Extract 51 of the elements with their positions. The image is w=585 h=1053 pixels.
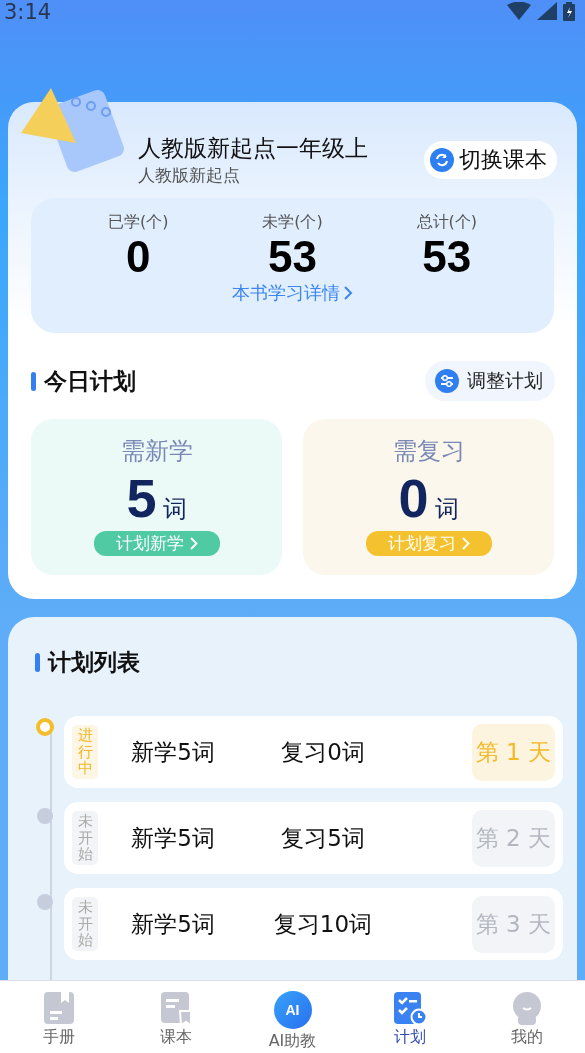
plan-unit: 词 bbox=[434, 494, 459, 525]
plan-row[interactable]: 未开始 新学5词 复习10词 第 3 天 bbox=[64, 888, 563, 960]
day-label: 第 3 天 bbox=[471, 895, 555, 953]
day-label: 第 2 天 bbox=[471, 809, 555, 867]
plan-card-label: 需新学 bbox=[120, 436, 193, 467]
battery-icon bbox=[563, 1, 575, 21]
book-icon bbox=[42, 991, 75, 1025]
chevron-right-icon bbox=[344, 286, 353, 300]
new-words-text: 新学5词 bbox=[130, 737, 216, 767]
chevron-right-icon bbox=[189, 537, 198, 550]
status-tag: 进行中 bbox=[72, 725, 98, 779]
new-words-text: 新学5词 bbox=[130, 823, 216, 853]
review-words-text: 复习5词 bbox=[280, 823, 366, 853]
stat-value: 53 bbox=[422, 233, 472, 281]
status-tag: 未开始 bbox=[72, 811, 98, 865]
review-words-text: 复习0词 bbox=[280, 737, 366, 767]
stat-label: 未学(个) bbox=[262, 212, 323, 233]
status-time: 3:14 bbox=[4, 0, 52, 24]
section-title: 今日计划 bbox=[31, 365, 136, 397]
stat-label: 总计(个) bbox=[416, 212, 478, 233]
refresh-icon bbox=[430, 148, 454, 172]
checklist-clock-icon bbox=[392, 991, 427, 1025]
day-label: 第 1 天 bbox=[471, 723, 555, 781]
adjust-plan-button[interactable]: 调整计划 bbox=[425, 361, 555, 401]
nav-tab[interactable]: 计划 bbox=[351, 981, 468, 1053]
stat-value: 0 bbox=[125, 233, 151, 281]
plan-row[interactable]: 进行中 新学5词 复习0词 第 1 天 bbox=[64, 716, 563, 788]
plan-count: 5 bbox=[126, 469, 157, 527]
sliders-icon bbox=[435, 369, 459, 393]
book-title: 人教版新起点一年级上 bbox=[138, 134, 369, 163]
wifi-icon bbox=[507, 2, 531, 20]
nav-tab[interactable]: 我的 bbox=[468, 981, 585, 1053]
chevron-right-icon bbox=[461, 537, 470, 550]
plan-count: 0 bbox=[398, 469, 429, 527]
book-subtitle: 人教版新起点 bbox=[138, 164, 241, 187]
switch-textbook-button[interactable]: 切换课本 bbox=[424, 141, 557, 179]
nav-tab[interactable]: 手册 bbox=[0, 981, 117, 1053]
section-title: 计划列表 bbox=[35, 647, 140, 678]
status-tag: 未开始 bbox=[72, 897, 98, 951]
nav-tab[interactable]: 课本 bbox=[117, 981, 234, 1053]
signal-icon bbox=[537, 2, 557, 20]
plan-card-label: 需复习 bbox=[392, 436, 465, 467]
plan-unit: 词 bbox=[162, 494, 187, 525]
ai-chat-icon: AI bbox=[273, 991, 312, 1029]
review-words-text: 复习10词 bbox=[272, 909, 374, 939]
stat-value: 53 bbox=[268, 233, 317, 281]
nav-tab[interactable]: AI AI助教 bbox=[234, 981, 351, 1053]
document-icon bbox=[159, 991, 192, 1025]
new-words-text: 新学5词 bbox=[130, 909, 216, 939]
plan-row[interactable]: 未开始 新学5词 复习5词 第 2 天 bbox=[64, 802, 563, 874]
stat-label: 已学(个) bbox=[107, 212, 169, 233]
